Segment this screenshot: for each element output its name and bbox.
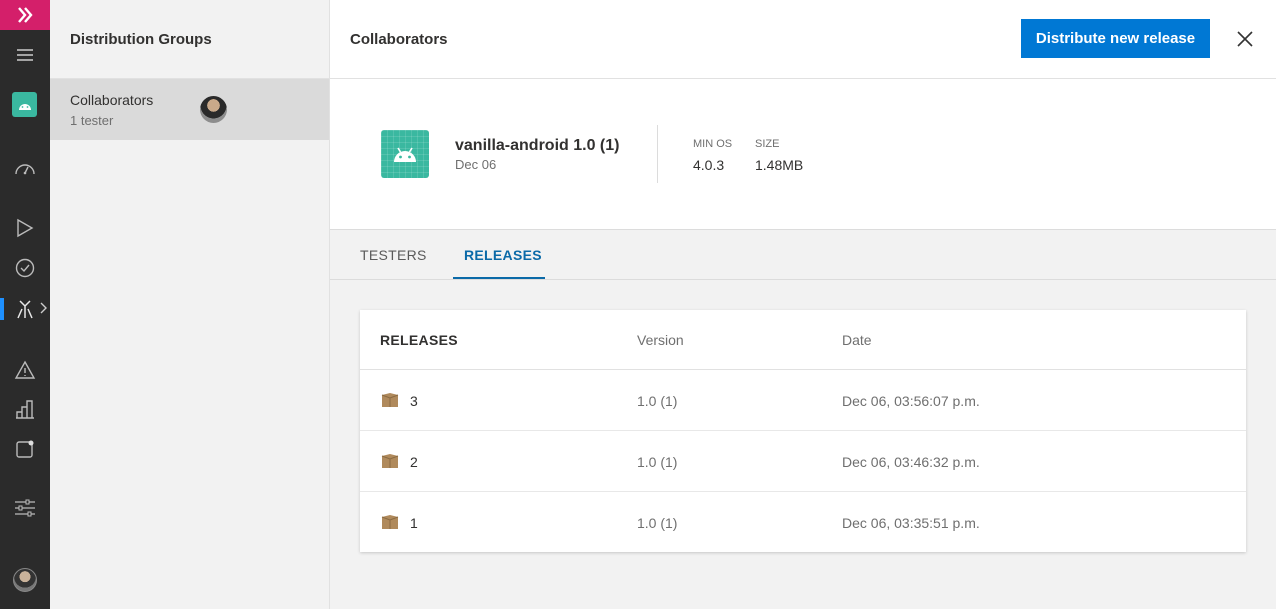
tester-avatar: [200, 96, 227, 123]
diagnostics-icon[interactable]: [0, 350, 50, 390]
tab-releases[interactable]: RELEASES: [464, 247, 542, 263]
column-header-version: Version: [637, 332, 684, 348]
group-item-collaborators[interactable]: Collaborators 1 tester: [50, 79, 329, 140]
table-row[interactable]: 1 1.0 (1) Dec 06, 03:35:51 p.m.: [360, 492, 1246, 553]
release-date: Dec 06, 03:46:32 p.m.: [842, 454, 980, 470]
close-icon[interactable]: [1235, 29, 1255, 49]
release-number: 3: [410, 393, 418, 409]
overview-gauge-icon[interactable]: [0, 148, 50, 188]
divider: [657, 125, 658, 183]
column-header-releases: RELEASES: [380, 332, 458, 348]
tab-bar: TESTERS RELEASES: [330, 230, 1276, 280]
column-header-date: Date: [842, 332, 872, 348]
group-name: Collaborators: [70, 92, 154, 108]
app-center-logo-icon[interactable]: [0, 0, 50, 30]
release-number: 1: [410, 515, 418, 531]
min-os-label: MIN OS: [693, 138, 733, 150]
release-date: Dec 06, 03:56:07 p.m.: [842, 393, 980, 409]
left-rail: [0, 0, 50, 609]
build-icon[interactable]: [0, 208, 50, 248]
active-tab-underline: [453, 277, 545, 279]
release-version: 1.0 (1): [637, 454, 678, 470]
package-icon: [381, 515, 399, 529]
settings-icon[interactable]: [0, 488, 50, 528]
main-content: Collaborators Distribute new release van…: [330, 0, 1276, 609]
release-version: 1.0 (1): [637, 393, 678, 409]
release-date: Dec 06: [455, 157, 497, 172]
release-name: vanilla-android 1.0 (1): [455, 137, 620, 154]
push-icon[interactable]: [0, 429, 50, 469]
page-title: Collaborators: [350, 31, 448, 48]
release-date: Dec 06, 03:35:51 p.m.: [842, 515, 980, 531]
package-icon: [381, 454, 399, 468]
size-value: 1.48MB: [755, 157, 804, 173]
table-header: RELEASES Version Date: [360, 310, 1246, 370]
release-number: 2: [410, 454, 418, 470]
group-tester-count: 1 tester: [70, 113, 114, 128]
android-app-icon[interactable]: [12, 92, 37, 117]
groups-panel-title: Distribution Groups: [50, 0, 329, 79]
android-app-icon: [381, 130, 429, 178]
size-label: SIZE: [755, 138, 780, 150]
test-icon[interactable]: [0, 248, 50, 288]
chevron-right-icon: [40, 302, 47, 314]
min-os-value: 4.0.3: [693, 157, 725, 173]
table-row[interactable]: 3 1.0 (1) Dec 06, 03:56:07 p.m.: [360, 370, 1246, 431]
top-bar: Collaborators Distribute new release: [330, 0, 1276, 79]
package-icon: [381, 393, 399, 407]
releases-table: RELEASES Version Date 3 1.0 (1) Dec 06, …: [360, 310, 1246, 552]
tab-testers[interactable]: TESTERS: [360, 247, 427, 263]
release-summary: vanilla-android 1.0 (1) Dec 06 MIN OS 4.…: [330, 79, 1276, 230]
menu-icon[interactable]: [0, 35, 50, 75]
distribution-groups-panel: Distribution Groups Collaborators 1 test…: [50, 0, 330, 609]
distribute-new-release-button[interactable]: Distribute new release: [1021, 19, 1210, 58]
user-avatar[interactable]: [13, 568, 37, 592]
release-version: 1.0 (1): [637, 515, 678, 531]
table-row[interactable]: 2 1.0 (1) Dec 06, 03:46:32 p.m.: [360, 431, 1246, 492]
analytics-icon[interactable]: [0, 389, 50, 429]
